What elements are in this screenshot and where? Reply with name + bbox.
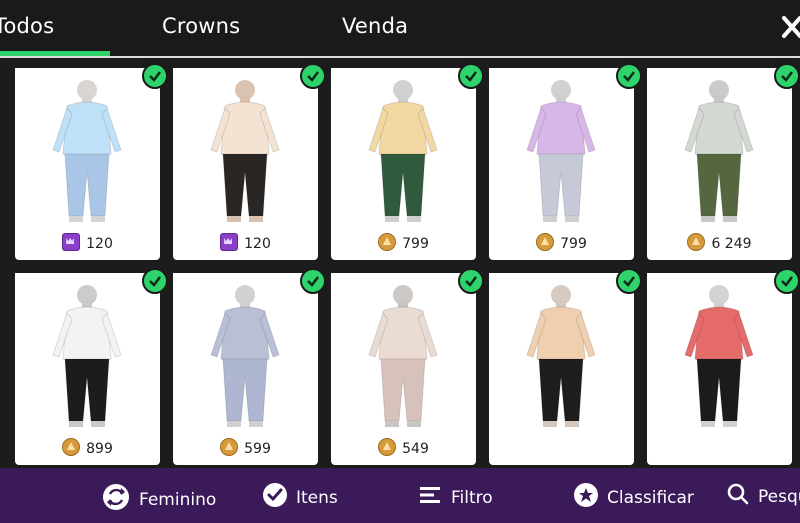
outfit-figure xyxy=(15,68,160,228)
item-card[interactable]: 6 249 xyxy=(647,63,800,260)
filter-button[interactable]: Filtro xyxy=(417,482,493,513)
star-badge-icon xyxy=(573,482,599,513)
owned-check-icon xyxy=(142,268,168,294)
item-card[interactable]: 120 xyxy=(173,63,326,260)
owned-check-icon xyxy=(300,268,326,294)
owned-check-icon xyxy=(142,63,168,89)
outfit-figure xyxy=(647,273,792,433)
items-filter-label: Itens xyxy=(296,487,338,508)
owned-check-icon xyxy=(458,63,484,89)
tab-crowns[interactable]: Crowns xyxy=(162,14,240,38)
gold-coin-icon xyxy=(220,438,239,456)
item-card[interactable]: 799 xyxy=(489,63,642,260)
sort-button[interactable]: Classificar xyxy=(573,482,694,513)
item-price: 799 xyxy=(331,233,476,252)
outfit-figure xyxy=(173,68,318,228)
owned-check-icon xyxy=(774,268,800,294)
item-card[interactable]: 799 xyxy=(331,63,484,260)
outfit-figure xyxy=(331,68,476,228)
gold-coin-icon xyxy=(62,438,81,456)
item-card[interactable]: 899 xyxy=(15,268,168,465)
owned-check-icon xyxy=(616,63,642,89)
sort-label: Classificar xyxy=(607,487,694,508)
gold-coin-icon xyxy=(536,233,555,251)
outfit-figure xyxy=(489,273,634,433)
top-tabs: Todos Crowns Venda xyxy=(0,0,800,56)
item-card[interactable] xyxy=(489,268,642,465)
outfit-figure xyxy=(489,68,634,228)
outfit-figure xyxy=(331,273,476,433)
tab-venda[interactable]: Venda xyxy=(342,14,408,38)
search-label: Pesqui xyxy=(758,486,800,507)
item-price: 6 249 xyxy=(647,233,792,252)
item-price: 599 xyxy=(173,438,318,457)
crown-currency-icon xyxy=(220,233,239,251)
item-price: 899 xyxy=(15,438,160,457)
tab-separator xyxy=(0,56,800,58)
items-filter-button[interactable]: Itens xyxy=(262,482,338,513)
item-card[interactable]: 549 xyxy=(331,268,484,465)
item-card[interactable]: 120 xyxy=(15,63,168,260)
gold-coin-icon xyxy=(687,233,706,251)
owned-check-icon xyxy=(300,63,326,89)
close-icon[interactable] xyxy=(778,10,800,44)
item-card[interactable] xyxy=(647,268,800,465)
filter-label: Filtro xyxy=(451,487,493,508)
item-price: 120 xyxy=(173,233,318,252)
owned-check-icon xyxy=(458,268,484,294)
item-price: 549 xyxy=(331,438,476,457)
crown-currency-icon xyxy=(62,233,81,251)
gender-toggle-label: Feminino xyxy=(139,489,217,510)
owned-check-icon xyxy=(774,63,800,89)
outfit-figure xyxy=(15,273,160,433)
search-icon xyxy=(726,482,750,511)
filter-icon xyxy=(417,482,443,513)
gold-coin-icon xyxy=(378,438,397,456)
item-card[interactable]: 599 xyxy=(173,268,326,465)
item-price: 120 xyxy=(15,233,160,252)
gender-swap-icon xyxy=(101,482,131,517)
item-price: 799 xyxy=(489,233,634,252)
bottom-toolbar: Feminino Itens Filtro Classificar Pesq xyxy=(0,468,800,523)
search-button[interactable]: Pesqui xyxy=(726,482,800,511)
tab-todos[interactable]: Todos xyxy=(0,14,54,38)
gender-toggle-button[interactable]: Feminino xyxy=(101,482,216,517)
gold-coin-icon xyxy=(378,233,397,251)
owned-check-icon xyxy=(616,268,642,294)
check-circle-icon xyxy=(262,482,288,513)
outfit-figure xyxy=(173,273,318,433)
outfit-figure xyxy=(647,68,792,228)
